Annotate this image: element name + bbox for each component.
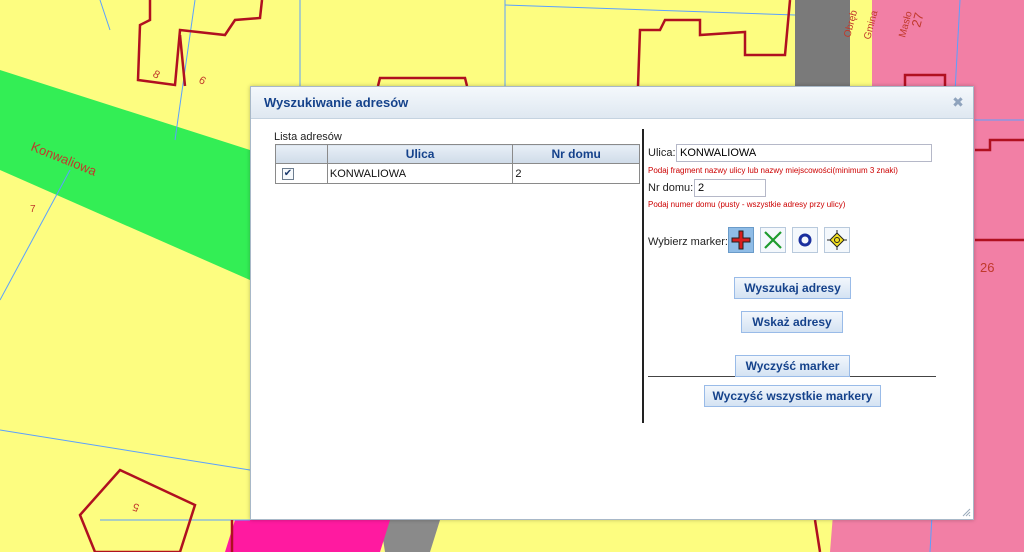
table-header-row: Ulica Nr domu [275, 144, 640, 164]
blue-circle-marker-icon[interactable] [792, 227, 818, 253]
address-table: Ulica Nr domu ✔ KONWALIOWA 2 [275, 144, 640, 184]
house-number-hint: Podaj numer domu (pusty - wszystkie adre… [648, 200, 846, 209]
address-search-dialog: Wyszukiwanie adresów ✖ Lista adresów Uli… [250, 86, 974, 520]
marker-label: Wybierz marker: [648, 236, 728, 248]
street-input[interactable] [676, 144, 932, 162]
house-number-label: Nr domu: [648, 182, 694, 194]
street-label: Ulica: [648, 147, 676, 159]
panel-divider [642, 129, 644, 423]
row-checkbox[interactable]: ✔ [282, 167, 294, 180]
parcel-number-label: 26 [980, 260, 994, 275]
clear-all-markers-button[interactable]: Wyczyść wszystkie markery [704, 385, 881, 407]
resize-grip-icon[interactable] [961, 507, 971, 517]
search-addresses-button[interactable]: Wyszukaj adresy [734, 277, 851, 299]
column-header-select[interactable] [275, 144, 328, 164]
clear-marker-button[interactable]: Wyczyść marker [735, 355, 850, 377]
yellow-crosshair-marker-icon[interactable] [824, 227, 850, 253]
street-hint: Podaj fragment nazwy ulicy lub nazwy mie… [648, 166, 898, 175]
table-row[interactable]: ✔ KONWALIOWA 2 [275, 163, 640, 184]
dialog-title: Wyszukiwanie adresów [264, 95, 409, 110]
red-cross-marker-icon[interactable] [728, 227, 754, 253]
dialog-body: Lista adresów Ulica Nr domu ✔ KONWALIOWA… [251, 119, 973, 519]
number-cell: 2 [512, 163, 640, 184]
row-select-cell[interactable]: ✔ [275, 163, 328, 184]
house-number-input[interactable] [694, 179, 766, 197]
dialog-header[interactable]: Wyszukiwanie adresów ✖ [251, 87, 973, 119]
address-list-caption: Lista adresów [274, 131, 342, 143]
green-x-marker-icon[interactable] [760, 227, 786, 253]
show-addresses-button[interactable]: Wskaż adresy [741, 311, 843, 333]
street-cell: KONWALIOWA [326, 163, 514, 184]
column-header-street[interactable]: Ulica [326, 144, 514, 164]
close-icon[interactable]: ✖ [951, 94, 965, 110]
column-header-number[interactable]: Nr domu [512, 144, 640, 164]
parcel-number-label: 7 [30, 204, 36, 215]
